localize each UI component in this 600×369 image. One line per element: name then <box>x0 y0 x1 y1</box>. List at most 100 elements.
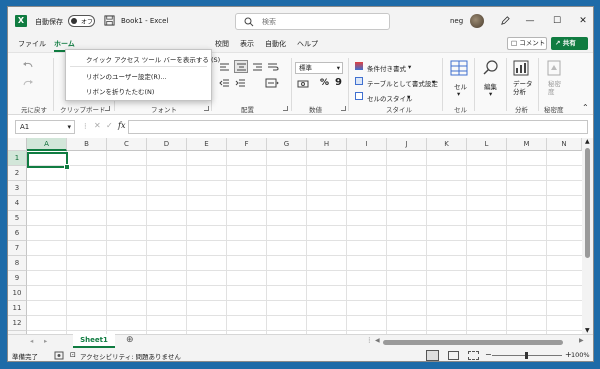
row-header[interactable]: 11 <box>8 301 27 316</box>
cancel-entry-icon[interactable]: ✕ <box>94 121 101 130</box>
alignment-launcher-icon[interactable] <box>283 106 288 111</box>
more-options-icon[interactable]: ⋮ <box>82 122 89 130</box>
tab-help[interactable]: ヘルプ <box>297 39 318 49</box>
row-header[interactable]: 7 <box>8 241 27 256</box>
column-header[interactable]: I <box>347 138 387 151</box>
number-launcher-icon[interactable] <box>341 106 346 111</box>
minimize-button[interactable]: — <box>518 11 542 31</box>
scroll-up-icon[interactable]: ▲ <box>585 138 590 145</box>
page-break-view-icon[interactable] <box>468 351 479 360</box>
zoom-out-icon[interactable]: − <box>485 350 492 359</box>
column-header[interactable]: K <box>427 138 467 151</box>
sheet-prev-icon[interactable]: ◂ <box>30 337 33 345</box>
format-as-table-button[interactable]: テーブルとして書式設定 <box>367 78 438 88</box>
tab-review[interactable]: 校閲 <box>215 39 229 49</box>
worksheet-grid[interactable]: ABCDEFGHIJKLMN 12345678910111213 ▲ ▼ <box>8 138 593 346</box>
align-left-icon[interactable] <box>219 62 230 72</box>
search-input[interactable] <box>262 16 382 28</box>
conditional-format-button[interactable]: 条件付き書式 <box>367 63 406 73</box>
tab-file[interactable]: ファイル <box>18 39 46 49</box>
column-header[interactable]: J <box>387 138 427 151</box>
scroll-right-icon[interactable]: ▶ <box>579 337 584 344</box>
column-header[interactable]: L <box>467 138 507 151</box>
avatar[interactable] <box>470 14 484 28</box>
analyze-data-button-label[interactable]: データ 分析 <box>513 80 533 96</box>
pen-icon[interactable] <box>500 15 511 26</box>
name-box[interactable]: A1 ▾ <box>15 120 75 134</box>
sheet-tab-sheet1[interactable]: Sheet1 <box>73 334 115 348</box>
currency-icon[interactable] <box>297 79 309 89</box>
column-header[interactable]: F <box>227 138 267 151</box>
decrease-indent-icon[interactable] <box>219 78 230 88</box>
tab-view[interactable]: 表示 <box>240 39 254 49</box>
user-name[interactable]: neg <box>450 17 463 25</box>
accessibility-status[interactable]: アクセシビリティ: 問題ありません <box>80 351 181 361</box>
scroll-down-icon[interactable]: ▼ <box>585 327 590 334</box>
vertical-scrollbar[interactable]: ▲ ▼ <box>582 138 593 334</box>
save-icon[interactable] <box>104 15 115 26</box>
page-layout-view-icon[interactable] <box>448 351 459 360</box>
row-header[interactable]: 1 <box>8 151 27 166</box>
insert-function-icon[interactable]: fx <box>118 121 125 130</box>
number-format-dropdown[interactable]: 標準 ▾ <box>295 62 343 74</box>
normal-view-icon[interactable] <box>426 350 439 361</box>
active-cell[interactable] <box>27 152 70 170</box>
hscroll-menu-icon[interactable]: ⋮ <box>366 336 373 344</box>
column-header[interactable]: G <box>267 138 307 151</box>
undo-icon[interactable] <box>22 61 34 71</box>
select-all-corner[interactable] <box>8 138 27 151</box>
row-header[interactable]: 4 <box>8 196 27 211</box>
cell-styles-button[interactable]: セルのスタイル <box>367 93 413 103</box>
cells-button-label[interactable]: セル <box>454 81 467 91</box>
maximize-button[interactable]: ☐ <box>545 11 569 31</box>
analyze-data-icon[interactable] <box>513 60 529 76</box>
tab-automate[interactable]: 自動化 <box>265 39 286 49</box>
horizontal-scrollbar[interactable] <box>383 340 563 345</box>
increase-indent-icon[interactable] <box>235 78 246 88</box>
add-sheet-icon[interactable]: ⊕ <box>126 335 134 345</box>
column-header[interactable]: B <box>67 138 107 151</box>
row-header[interactable]: 5 <box>8 211 27 226</box>
find-icon[interactable] <box>483 60 499 76</box>
column-header[interactable]: H <box>307 138 347 151</box>
row-header[interactable]: 3 <box>8 181 27 196</box>
align-center-icon[interactable] <box>234 60 248 73</box>
column-header[interactable]: E <box>187 138 227 151</box>
row-header[interactable]: 8 <box>8 256 27 271</box>
macro-record-icon[interactable] <box>54 351 64 360</box>
comma-style-icon[interactable]: 9 <box>335 77 342 88</box>
percent-style-icon[interactable]: % <box>320 78 329 88</box>
redo-icon[interactable] <box>22 79 34 89</box>
sensitivity-icon[interactable] <box>547 60 561 76</box>
column-header[interactable]: D <box>147 138 187 151</box>
row-header[interactable]: 12 <box>8 316 27 331</box>
column-header[interactable]: C <box>107 138 147 151</box>
clipboard-launcher-icon[interactable] <box>105 106 110 111</box>
sheet-next-icon[interactable]: ▸ <box>44 337 47 345</box>
collapse-ribbon-icon[interactable]: ⌃ <box>582 103 589 112</box>
row-header[interactable]: 9 <box>8 271 27 286</box>
column-header[interactable]: A <box>27 138 67 151</box>
cells-icon[interactable] <box>450 60 468 76</box>
align-right-icon[interactable] <box>252 62 263 72</box>
search-box[interactable] <box>235 13 390 30</box>
zoom-slider-knob[interactable] <box>525 352 528 359</box>
menu-item-collapse-ribbon[interactable]: リボンを折りたたむ(N) <box>86 86 154 96</box>
wrap-text-icon[interactable] <box>267 62 279 72</box>
sensitivity-button-label[interactable]: 秘密 度 <box>548 80 561 96</box>
scrollbar-thumb[interactable] <box>585 148 590 258</box>
row-header[interactable]: 2 <box>8 166 27 181</box>
close-button[interactable]: ✕ <box>571 11 593 31</box>
row-header[interactable]: 10 <box>8 286 27 301</box>
comment-button[interactable]: □ コメント <box>507 37 547 50</box>
merge-center-icon[interactable] <box>265 78 279 88</box>
zoom-level[interactable]: 100% <box>571 351 590 359</box>
column-header[interactable]: N <box>547 138 582 151</box>
tab-home[interactable]: ホーム <box>54 39 75 52</box>
column-header[interactable]: M <box>507 138 547 151</box>
share-button[interactable]: ↗ 共有 <box>551 37 588 50</box>
formula-input[interactable] <box>128 120 588 134</box>
font-launcher-icon[interactable] <box>204 106 209 111</box>
scroll-left-icon[interactable]: ◀ <box>375 337 380 344</box>
row-header[interactable]: 6 <box>8 226 27 241</box>
